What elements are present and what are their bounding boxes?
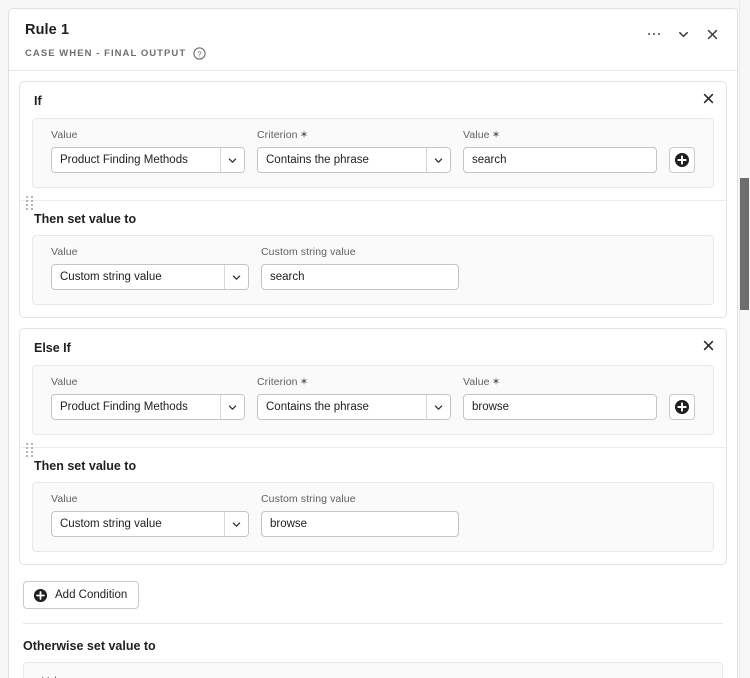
criteria-panel-else-if: Value Product Finding Methods Criterion …	[32, 365, 714, 435]
field-label-criterion: Criterion ✶	[257, 129, 309, 141]
then-panel-if: Value Custom string value Custom string …	[32, 235, 714, 305]
field-custom-string-if: Custom string value search	[261, 246, 459, 290]
custom-string-input-else-if[interactable]: browse	[261, 511, 459, 537]
then-value-select-else-if[interactable]: Custom string value	[51, 511, 249, 537]
criterion-select-if[interactable]: Contains the phrase	[257, 147, 451, 173]
required-mark: ✶	[299, 376, 309, 388]
required-mark: ✶	[299, 129, 309, 141]
page-title: Rule 1	[25, 22, 70, 38]
value-select-else-if[interactable]: Product Finding Methods	[51, 394, 245, 420]
add-criteria-button-if[interactable]	[669, 147, 695, 173]
field-label-value: Value	[51, 129, 78, 141]
condition-header: If	[20, 82, 726, 110]
then-value-select-if[interactable]: Custom string value	[51, 264, 249, 290]
vertical-scrollbar-track[interactable]	[739, 0, 750, 678]
chevron-down-icon	[426, 395, 450, 419]
condition-label-else-if: Else If	[34, 341, 71, 355]
remove-condition-button-if[interactable]	[696, 86, 720, 110]
condition-label-if: If	[34, 94, 42, 108]
drag-handle-icon[interactable]	[26, 196, 36, 212]
field-label-custom-string: Custom string value	[261, 246, 356, 258]
chevron-down-icon	[678, 31, 688, 37]
add-condition-button[interactable]: Add Condition	[23, 581, 140, 609]
rule-card-body: If Value Product Finding Methods Criteri…	[9, 71, 737, 678]
required-mark: ✶	[491, 376, 501, 388]
field-label-custom-string: Custom string value	[261, 493, 356, 505]
svg-text:?: ?	[198, 49, 202, 58]
field-value-else-if: Value Product Finding Methods	[51, 376, 245, 420]
rule-subtitle-row: CASE WHEN - FINAL OUTPUT ?	[25, 47, 721, 60]
close-panel-button[interactable]	[699, 21, 725, 47]
then-heading-else-if: Then set value to	[34, 459, 137, 473]
plus-circle-icon	[675, 153, 689, 167]
criteria-row-else-if: Value Product Finding Methods Criterion …	[51, 376, 695, 420]
value-select-if-text: Product Finding Methods	[60, 154, 188, 166]
rule-card-header: Rule 1 CASE WHEN - FINAL OUTPUT ?	[9, 9, 737, 71]
field-label-match-value: Value ✶	[463, 129, 501, 141]
rule-subtitle: CASE WHEN - FINAL OUTPUT	[25, 48, 187, 59]
plus-circle-icon	[675, 400, 689, 414]
ellipsis-icon	[647, 32, 661, 36]
field-label-match-value: Value ✶	[463, 376, 501, 388]
chevron-down-icon	[220, 395, 244, 419]
then-section-if: Then set value to Value Custom string va…	[20, 196, 726, 305]
match-value-input-else-if[interactable]: browse	[463, 394, 657, 420]
remove-condition-button-else-if[interactable]	[696, 333, 720, 357]
then-row-else-if: Value Custom string value Custom string …	[51, 493, 695, 537]
field-custom-string-else-if: Custom string value browse	[261, 493, 459, 537]
condition-header: Else If	[20, 329, 726, 357]
question-circle-icon[interactable]: ?	[193, 47, 206, 60]
close-icon	[707, 29, 717, 39]
field-then-value-else-if: Value Custom string value	[51, 493, 249, 537]
field-criterion-if: Criterion ✶ Contains the phrase	[257, 129, 451, 173]
then-panel-else-if: Value Custom string value Custom string …	[32, 482, 714, 552]
chevron-down-icon	[224, 265, 248, 289]
add-condition-label: Add Condition	[55, 589, 128, 601]
condition-group-else-if: Else If Value Product Finding Methods Cr…	[19, 328, 727, 565]
condition-group-if: If Value Product Finding Methods Criteri…	[19, 81, 727, 318]
rule-card: Rule 1 CASE WHEN - FINAL OUTPUT ? If Val…	[8, 8, 738, 678]
vertical-scrollbar-thumb[interactable]	[740, 178, 749, 310]
field-value-if: Value Product Finding Methods	[51, 129, 245, 173]
section-divider	[23, 623, 723, 624]
field-label-value: Value	[51, 493, 78, 505]
match-value-input-if[interactable]: search	[463, 147, 657, 173]
close-icon	[703, 340, 713, 350]
field-label-criterion: Criterion ✶	[257, 376, 309, 388]
then-value-select-else-if-text: Custom string value	[60, 518, 162, 530]
then-heading-if: Then set value to	[34, 212, 137, 226]
add-criteria-button-else-if[interactable]	[669, 394, 695, 420]
criterion-select-else-if[interactable]: Contains the phrase	[257, 394, 451, 420]
value-select-else-if-text: Product Finding Methods	[60, 401, 188, 413]
field-then-value-if: Value Custom string value	[51, 246, 249, 290]
header-actions	[641, 21, 725, 47]
value-select-if[interactable]: Product Finding Methods	[51, 147, 245, 173]
then-value-select-if-text: Custom string value	[60, 271, 162, 283]
app-root: Rule 1 CASE WHEN - FINAL OUTPUT ? If Val…	[0, 0, 750, 678]
custom-string-input-if[interactable]: search	[261, 264, 459, 290]
then-row-if: Value Custom string value Custom string …	[51, 246, 695, 290]
close-icon	[703, 93, 713, 103]
plus-circle-icon	[33, 588, 48, 602]
criteria-panel-if: Value Product Finding Methods Criterion …	[32, 118, 714, 188]
chevron-down-icon	[220, 148, 244, 172]
field-label-value: Value	[51, 376, 78, 388]
drag-handle-icon[interactable]	[26, 443, 36, 459]
criteria-row-if: Value Product Finding Methods Criterion …	[51, 129, 695, 173]
field-match-value-else-if: Value ✶ browse	[463, 376, 657, 420]
then-section-else-if: Then set value to Value Custom string va…	[20, 443, 726, 552]
field-label-value: Value	[51, 246, 78, 258]
otherwise-heading: Otherwise set value to	[23, 639, 156, 653]
field-match-value-if: Value ✶ search	[463, 129, 657, 173]
collapse-button[interactable]	[670, 21, 696, 47]
required-mark: ✶	[491, 129, 501, 141]
criterion-select-if-text: Contains the phrase	[266, 154, 369, 166]
field-criterion-else-if: Criterion ✶ Contains the phrase	[257, 376, 451, 420]
chevron-down-icon	[426, 148, 450, 172]
chevron-down-icon	[224, 512, 248, 536]
criterion-select-else-if-text: Contains the phrase	[266, 401, 369, 413]
otherwise-panel: Value Product Finding Methods	[23, 662, 723, 678]
more-options-button[interactable]	[641, 21, 667, 47]
